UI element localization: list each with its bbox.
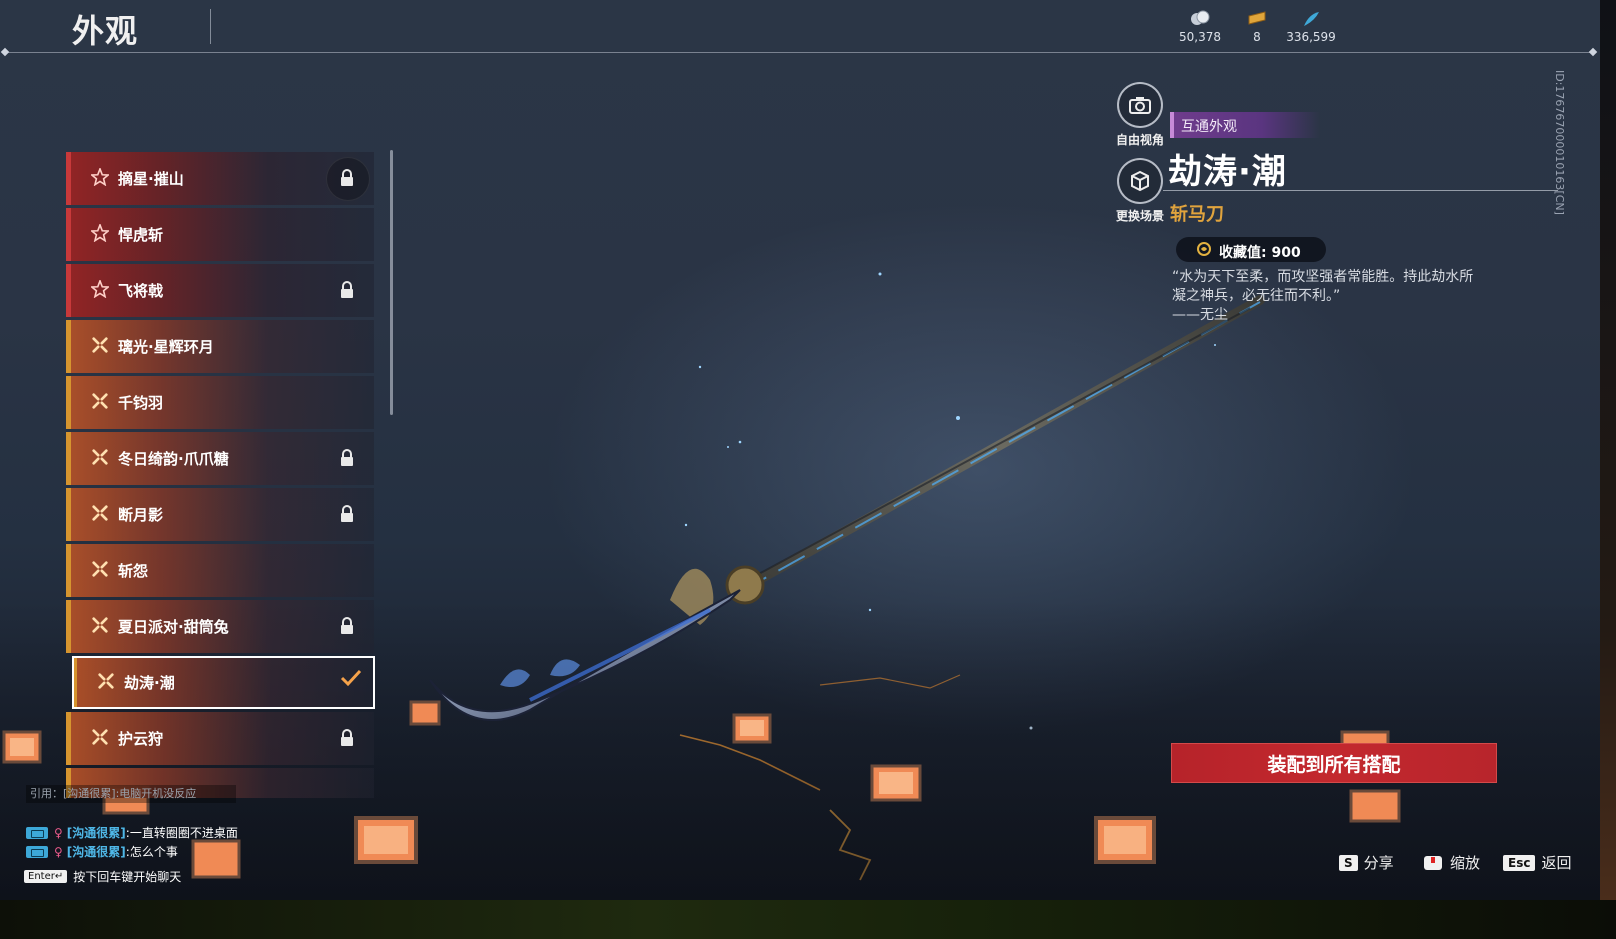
chat-text: :怎么个事 — [125, 845, 178, 859]
lantern-icon — [354, 816, 418, 864]
list-item[interactable]: 悍虎斩 — [66, 208, 374, 261]
bottom-edge-background — [0, 900, 1616, 939]
flower-icon — [92, 617, 108, 633]
currency-feather: 336,599 — [1276, 10, 1346, 44]
lantern-icon — [191, 839, 241, 879]
enter-key: Enter↵ — [24, 870, 68, 883]
star-icon — [91, 168, 109, 186]
list-item[interactable]: 护云狩 — [66, 712, 374, 765]
flower-icon — [92, 337, 108, 353]
quote-line: 凝之神兵，必无往而不利。” — [1172, 288, 1341, 304]
weapon-type: 斩马刀 — [1170, 204, 1224, 225]
item-name: 冬日绮韵·爪爪糖 — [118, 450, 229, 468]
lantern-icon — [2, 730, 42, 764]
flower-icon — [98, 673, 114, 689]
quote-line: “水为天下至柔，而攻坚强者常能胜。持此劫水所 — [1172, 269, 1474, 285]
right-edge-background — [1600, 0, 1616, 900]
zoom-label: 缩放 — [1450, 854, 1481, 872]
camera-icon — [1117, 82, 1163, 128]
chat-input-hint[interactable]: Enter↵ 按下回车键开始聊天 — [24, 868, 181, 885]
collect-icon — [1197, 242, 1211, 256]
chat-sender[interactable]: [沟通很累] — [67, 843, 126, 860]
list-item[interactable]: 摘星·摧山 — [66, 152, 374, 205]
chat-message: ♀ [沟通很累] :一直转圈圈不进桌面 — [26, 824, 238, 841]
cube-icon — [1117, 158, 1163, 204]
lock-icon — [341, 281, 353, 298]
list-item[interactable]: 飞将戟 — [66, 264, 374, 317]
collect-value: 收藏值: 900 — [1219, 245, 1301, 261]
title-underline — [1163, 190, 1558, 191]
quote-author: ——无尘 — [1172, 307, 1228, 323]
item-name: 璃光·星辉环月 — [118, 338, 214, 356]
channel-badge-icon — [26, 845, 48, 858]
chat-message: ♀ [沟通很累] :怎么个事 — [26, 843, 178, 860]
list-item[interactable]: 断月影 — [66, 488, 374, 541]
title-divider — [210, 9, 211, 44]
check-icon — [340, 669, 362, 687]
flower-icon — [92, 729, 108, 745]
item-name: 护云狩 — [118, 730, 164, 748]
chat-text: :一直转圈圈不进桌面 — [125, 826, 238, 840]
top-bar: 外观 50,378 8 336,599 — [0, 0, 1600, 53]
top-divider — [6, 52, 1596, 53]
share-key: S — [1339, 854, 1358, 871]
share-hint[interactable]: S 分享 — [1339, 852, 1394, 873]
flower-icon — [92, 505, 108, 521]
item-name: 夏日派对·甜筒兔 — [118, 618, 229, 636]
list-item[interactable]: 夏日派对·甜筒兔 — [66, 600, 374, 653]
feather-icon — [1276, 10, 1346, 28]
list-item-selected[interactable]: 劫涛·潮 — [72, 656, 375, 709]
lantern-icon — [1349, 789, 1401, 823]
back-hint[interactable]: Esc 返回 — [1503, 852, 1571, 873]
feather-value: 336,599 — [1286, 30, 1336, 44]
chat-quote: 引用：[沟通很累]:电脑开机没反应 — [26, 785, 236, 803]
list-item[interactable]: 璃光·星辉环月 — [66, 320, 374, 373]
cross-platform-tag: 互通外观 — [1170, 112, 1320, 138]
lock-icon — [341, 449, 353, 466]
lantern-icon — [870, 764, 922, 802]
flower-icon — [92, 393, 108, 409]
item-name: 千钧羽 — [118, 394, 164, 412]
lock-icon — [341, 617, 353, 634]
tag-label: 互通外观 — [1181, 119, 1237, 135]
page-title: 外观 — [72, 12, 139, 50]
item-name: 劫涛·潮 — [124, 674, 175, 692]
flower-icon — [92, 561, 108, 577]
item-title: 劫涛·潮 — [1168, 152, 1287, 192]
list-scrollbar[interactable] — [390, 150, 393, 415]
star-icon — [91, 224, 109, 242]
back-label: 返回 — [1541, 854, 1572, 872]
player-id: ID:176767000010163[CN] — [1553, 70, 1566, 215]
item-name: 斩怨 — [118, 562, 149, 580]
share-label: 分享 — [1363, 854, 1394, 872]
collect-value-badge: 收藏值: 900 — [1176, 237, 1326, 262]
list-item[interactable]: 斩怨 — [66, 544, 374, 597]
enter-hint-text: 按下回车键开始聊天 — [73, 870, 182, 884]
appearance-list: 摘星·摧山 悍虎斩 飞将戟 璃光·星辉环月 千钧羽 冬日绮韵·爪爪糖 断月影 斩… — [66, 150, 381, 800]
female-icon: ♀ — [54, 844, 63, 859]
channel-badge-icon — [26, 826, 48, 839]
lantern-icon — [1094, 816, 1156, 864]
mouse-icon — [1424, 855, 1442, 870]
female-icon: ♀ — [54, 825, 63, 840]
lock-icon — [341, 729, 353, 746]
item-name: 飞将戟 — [118, 282, 164, 300]
list-item[interactable]: 千钧羽 — [66, 376, 374, 429]
zoom-hint[interactable]: 缩放 — [1422, 852, 1480, 873]
item-name: 断月影 — [118, 506, 164, 524]
chat-sender[interactable]: [沟通很累] — [67, 824, 126, 841]
weapon-model — [429, 295, 1265, 721]
lock-icon — [341, 505, 353, 522]
item-quote: “水为天下至柔，而攻坚强者常能胜。持此劫水所 凝之神兵，必无往而不利。” ——无… — [1172, 268, 1512, 325]
list-item[interactable]: 冬日绮韵·爪爪糖 — [66, 432, 374, 485]
item-name: 悍虎斩 — [118, 226, 164, 244]
equip-all-button[interactable]: 装配到所有搭配 — [1171, 743, 1497, 783]
star-icon — [91, 280, 109, 298]
lock-icon — [341, 169, 353, 186]
flower-icon — [92, 449, 108, 465]
back-key: Esc — [1503, 854, 1536, 871]
item-name: 摘星·摧山 — [118, 170, 184, 188]
